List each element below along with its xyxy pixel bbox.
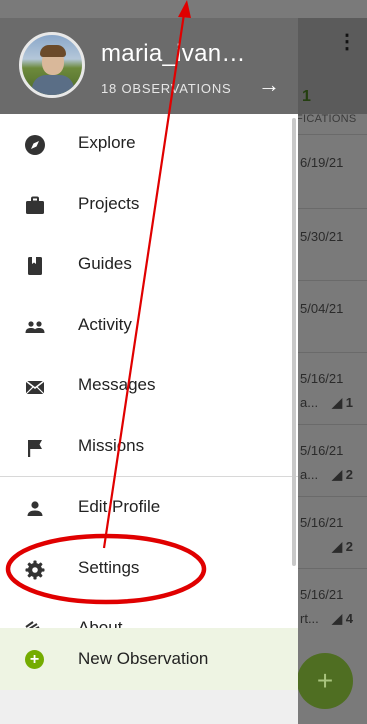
compass-icon [25, 135, 45, 155]
menu-item-label: Activity [78, 315, 132, 334]
list-item[interactable]: 5/04/21 [296, 280, 367, 352]
menu-item-edit-profile[interactable]: Edit Profile [0, 479, 298, 539]
menu-item-label: Projects [78, 194, 140, 213]
menu-item-messages[interactable]: Messages [0, 357, 298, 417]
book-icon [28, 257, 42, 275]
menu-item-label: Edit Profile [78, 497, 161, 516]
observation-date: 5/04/21 [300, 301, 344, 316]
menu-item-activity[interactable]: Activity [0, 297, 298, 357]
new-observation-button[interactable]: + New Observation [0, 628, 298, 690]
more-options-icon[interactable]: ⋮ [337, 32, 357, 52]
menu-item-label: Guides [78, 254, 132, 273]
observation-date: 5/30/21 [300, 229, 344, 244]
list-item[interactable]: 5/16/21 rt... ◢ 4 [296, 568, 367, 640]
menu-item-projects[interactable]: Projects [0, 176, 298, 236]
list-item[interactable]: 5/16/21 a... ◢ 1 [296, 352, 367, 424]
list-item[interactable]: 5/16/21 a... ◢ 2 [296, 424, 367, 496]
avatar[interactable] [19, 32, 85, 98]
username: maria_ivan… [101, 40, 246, 67]
list-item[interactable]: 5/16/21 ◢ 2 [296, 496, 367, 568]
briefcase-icon [26, 196, 44, 214]
navigation-drawer: maria_ivan… 18 OBSERVATIONS → Explore Pr… [0, 18, 298, 724]
notifications-tab-label[interactable]: FICATIONS [296, 113, 357, 125]
menu-item-label: Explore [78, 133, 136, 152]
menu-item-settings[interactable]: Settings [0, 540, 298, 600]
observation-date: 6/19/21 [300, 155, 344, 170]
drawer-footer [0, 690, 298, 724]
identification-count: ◢ 1 [332, 395, 353, 410]
menu-divider [0, 476, 298, 477]
list-item[interactable]: 5/30/21 [296, 208, 367, 280]
drawer-scrollbar[interactable] [292, 118, 296, 566]
menu-item-label: About [78, 618, 123, 628]
drawer-header[interactable]: maria_ivan… 18 OBSERVATIONS → [0, 18, 298, 114]
observation-count: 18 OBSERVATIONS [101, 81, 232, 96]
flag-icon [28, 440, 42, 457]
identification-count: ◢ 4 [332, 611, 353, 626]
gear-icon [25, 560, 45, 580]
add-observation-fab[interactable]: + [297, 653, 353, 709]
observation-date: 5/16/21 [300, 515, 344, 530]
menu-item-missions[interactable]: Missions [0, 418, 298, 478]
menu-item-label: Messages [78, 375, 156, 394]
envelope-icon [25, 380, 45, 395]
notifications-count: 1 [302, 88, 311, 105]
menu-item-guides[interactable]: Guides [0, 236, 298, 296]
list-item[interactable]: 6/19/21 [296, 134, 367, 208]
info-icon [25, 621, 40, 628]
plus-circle-icon: + [25, 650, 44, 669]
menu-item-label: Missions [78, 436, 145, 455]
observation-subtitle: a... [300, 467, 319, 482]
new-observation-label: New Observation [78, 649, 209, 668]
identification-count: ◢ 2 [332, 467, 353, 482]
observation-subtitle: rt... [300, 611, 319, 626]
observation-subtitle: a... [300, 395, 319, 410]
person-icon [27, 501, 43, 516]
menu-item-label: Settings [78, 558, 140, 577]
arrow-right-icon[interactable]: → [258, 72, 280, 98]
menu-item-about[interactable]: About [0, 602, 298, 628]
observation-date: 5/16/21 [300, 371, 344, 386]
observation-date: 5/16/21 [300, 443, 344, 458]
menu-item-explore[interactable]: Explore [0, 115, 298, 175]
observation-date: 5/16/21 [300, 587, 344, 602]
people-icon [25, 321, 45, 333]
identification-count: ◢ 2 [332, 539, 353, 554]
